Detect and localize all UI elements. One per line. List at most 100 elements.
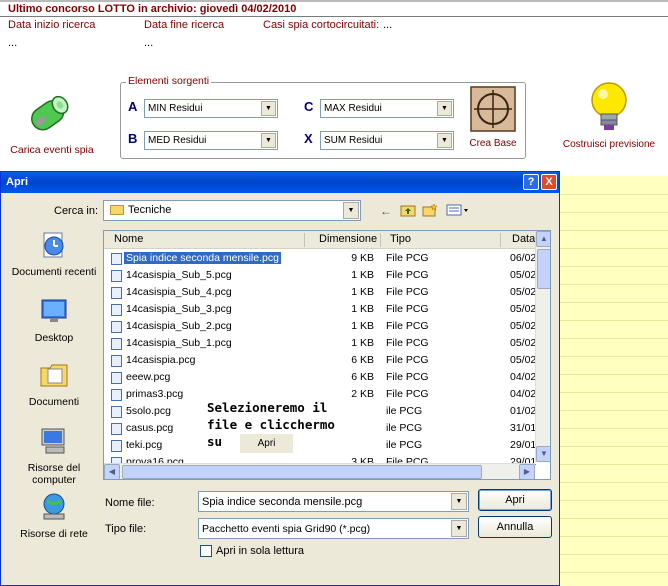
file-name-cell: 14casispia.pcg — [126, 354, 196, 366]
file-date-cell: 01/02 — [510, 405, 537, 417]
tutorial-apri-button: Apri — [239, 434, 294, 453]
chevron-down-icon[interactable]: ▼ — [437, 133, 452, 148]
read-only-checkbox[interactable] — [200, 545, 212, 557]
shorted-cases-value: ... — [383, 19, 393, 31]
place-desktop[interactable]: Desktop — [9, 296, 99, 344]
new-folder-icon[interactable] — [421, 203, 439, 219]
file-size-cell: 1 KB — [351, 337, 374, 349]
file-type-cell: ile PCG — [386, 405, 423, 417]
file-name-cell: 14casispia_Sub_3.pcg — [126, 303, 232, 315]
build-forecast-button[interactable]: Costruisci previsione — [554, 80, 664, 152]
scroll-right-icon[interactable]: ▶ — [519, 464, 535, 479]
column-header-date[interactable]: Data — [512, 233, 535, 245]
file-icon — [111, 389, 122, 401]
scroll-down-icon[interactable]: ▼ — [536, 446, 550, 462]
place-recent-documents[interactable]: Documenti recenti — [9, 230, 99, 278]
chevron-down-icon[interactable]: ▼ — [451, 520, 467, 537]
file-row[interactable]: Spia indice seconda mensile.pcg 9 KB File … — [104, 250, 537, 267]
chevron-down-icon[interactable]: ▼ — [451, 493, 467, 510]
scroll-up-icon[interactable]: ▲ — [536, 231, 550, 247]
file-row[interactable]: 14casispia.pcg 6 KB File PCG 05/02 — [104, 352, 537, 369]
file-row[interactable]: 14casispia_Sub_4.pcg 1 KB File PCG 05/02 — [104, 284, 537, 301]
file-type-cell: File PCG — [386, 388, 429, 400]
horizontal-scrollbar[interactable]: ◀ ▶ — [104, 463, 535, 479]
file-size-cell: 9 KB — [351, 252, 374, 264]
source-a-select[interactable]: MIN Residui ▼ — [144, 99, 278, 118]
cancel-button[interactable]: Annulla — [478, 516, 552, 538]
up-folder-icon[interactable] — [399, 203, 417, 219]
file-row[interactable]: 14casispia_Sub_1.pcg 1 KB File PCG 05/02 — [104, 335, 536, 352]
file-size-cell: 1 KB — [351, 286, 374, 298]
source-a-value: MIN Residui — [148, 103, 203, 114]
source-c-value: MAX Residui — [324, 103, 382, 114]
start-date-label: Data inizio ricerca — [8, 19, 96, 31]
horizontal-scroll-thumb[interactable] — [122, 465, 482, 479]
create-base-button[interactable]: Crea Base — [464, 86, 522, 156]
file-date-cell: 05/02 — [510, 354, 537, 366]
dialog-title-bar: Apri ? X — [1, 172, 559, 193]
place-my-computer[interactable]: Risorse del computer — [9, 426, 99, 486]
file-row[interactable]: 14casispia_Sub_2.pcg 1 KB File PCG 05/02 — [104, 318, 536, 335]
file-size-cell: 1 KB — [351, 269, 374, 281]
file-row[interactable]: eeew.pcg 6 KB File PCG 04/02 — [104, 369, 537, 386]
chevron-down-icon[interactable]: ▼ — [437, 101, 452, 116]
file-name-cell: 14casispia_Sub_5.pcg — [126, 269, 232, 281]
load-spy-events-button[interactable]: Carica eventi spia — [4, 88, 100, 158]
scroll-left-icon[interactable]: ◀ — [104, 464, 120, 479]
tutorial-note-line3: su — [207, 434, 223, 449]
file-icon — [111, 321, 122, 333]
file-date-cell: 04/02 — [510, 371, 537, 383]
column-header-type[interactable]: Tipo — [390, 233, 411, 245]
help-button[interactable]: ? — [523, 174, 539, 190]
tutorial-note-line2: file e clicchermo — [207, 417, 335, 432]
place-documents[interactable]: Documenti — [9, 360, 99, 408]
file-icon — [111, 423, 122, 435]
look-in-select[interactable]: Tecniche ▼ — [103, 200, 361, 221]
place-network-label: Risorse di rete — [20, 528, 88, 540]
file-row[interactable]: 14casispia_Sub_5.pcg 1 KB File PCG 05/02 — [104, 267, 536, 284]
view-menu-icon[interactable] — [445, 203, 471, 219]
source-b-select[interactable]: MED Residui ▼ — [144, 131, 278, 150]
file-name-cell: Spia indice seconda mensile.pcg — [124, 252, 281, 264]
file-icon — [111, 253, 122, 265]
close-button[interactable]: X — [541, 174, 557, 190]
file-size-cell: 1 KB — [351, 320, 374, 332]
file-icon — [111, 440, 122, 452]
file-size-cell: 1 KB — [351, 303, 374, 315]
place-network[interactable]: Risorse di rete — [9, 492, 99, 540]
vertical-scrollbar[interactable]: ▲ ▼ — [535, 231, 550, 462]
chevron-down-icon[interactable]: ▼ — [343, 202, 359, 219]
open-button[interactable]: Apri — [478, 489, 552, 511]
chevron-down-icon[interactable]: ▼ — [261, 133, 276, 148]
column-header-name[interactable]: Nome — [114, 233, 143, 245]
place-documents-label: Documenti — [28, 396, 80, 408]
back-arrow-icon[interactable]: ← — [377, 203, 395, 219]
file-type-cell: ile PCG — [386, 439, 423, 451]
file-icon — [111, 355, 122, 367]
data-grid-strip — [560, 176, 668, 586]
file-type-select[interactable]: Pacchetto eventi spia Grid90 (*.pcg) ▼ — [198, 518, 469, 539]
file-name-cell: casus.pcg — [126, 422, 174, 434]
source-c-select[interactable]: MAX Residui ▼ — [320, 99, 454, 118]
file-type-cell: File PCG — [386, 303, 429, 315]
source-elements-legend: Elementi sorgenti — [126, 75, 212, 87]
file-row[interactable]: 14casispia_Sub_3.pcg 1 KB File PCG 05/02 — [104, 301, 536, 318]
file-date-cell: 04/02 — [510, 388, 537, 400]
vertical-scroll-thumb[interactable] — [537, 249, 550, 289]
file-type-value: Pacchetto eventi spia Grid90 (*.pcg) — [202, 523, 371, 535]
file-date-cell: 06/02 — [510, 252, 537, 264]
tutorial-note: Selezioneremo il file e clicchermo su Ap… — [207, 399, 377, 453]
file-name-field[interactable]: Spia indice seconda mensile.pcg ▼ — [198, 491, 469, 512]
folder-icon — [110, 205, 124, 215]
source-x-select[interactable]: SUM Residui ▼ — [320, 131, 454, 150]
file-date-cell: 31/01 — [510, 422, 537, 434]
chevron-down-icon[interactable]: ▼ — [261, 101, 276, 116]
file-date-cell: 05/02 — [510, 286, 537, 298]
file-type-cell: File PCG — [386, 354, 429, 366]
dialog-title: Apri — [6, 176, 28, 188]
file-type-label: Tipo file: — [105, 523, 147, 535]
column-header-size[interactable]: Dimensione — [319, 233, 377, 245]
file-type-cell: File PCG — [386, 320, 429, 332]
crosshair-icon — [470, 86, 516, 132]
file-icon — [111, 406, 122, 418]
